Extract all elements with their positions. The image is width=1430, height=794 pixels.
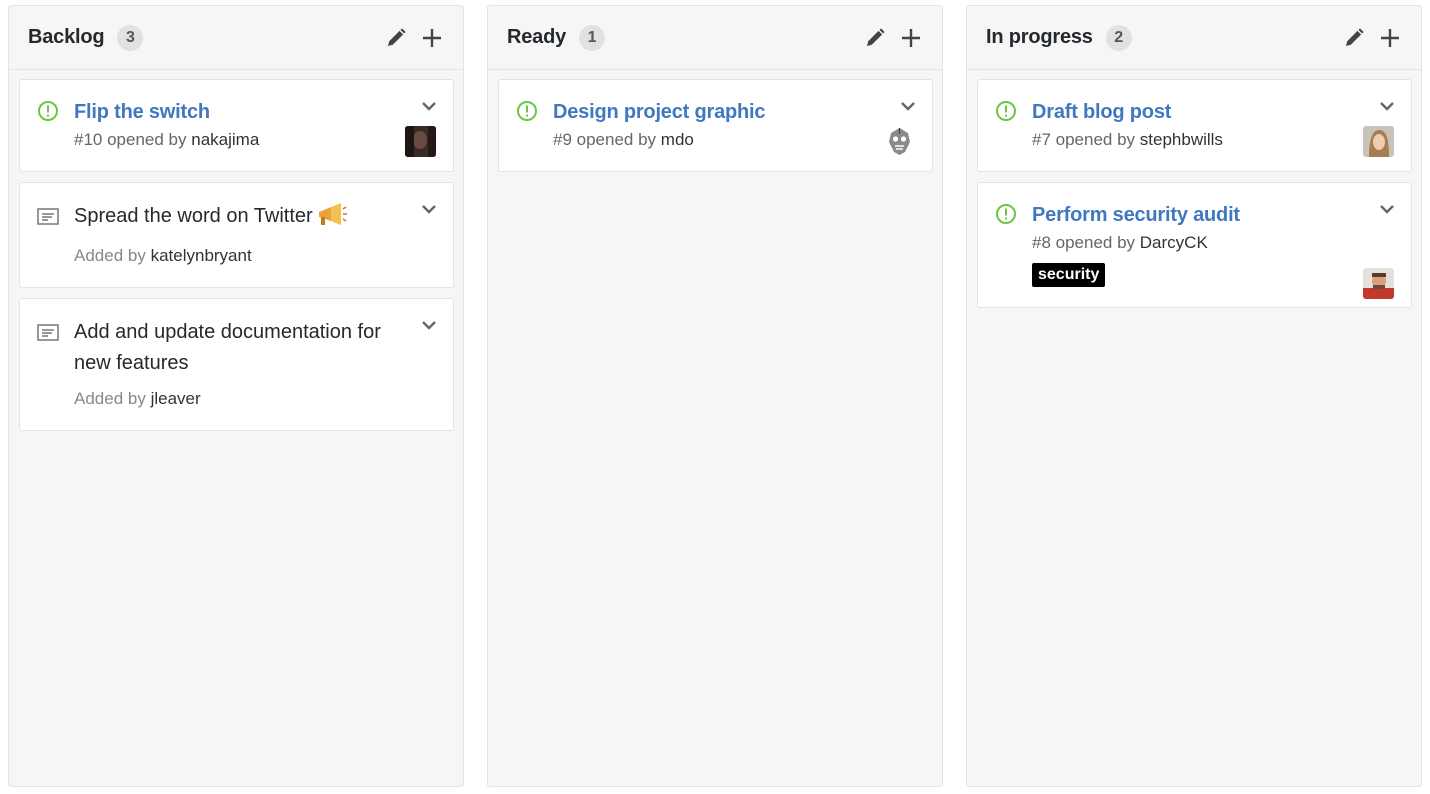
issue-title-link[interactable]: Draft blog post bbox=[1032, 98, 1355, 126]
plus-icon bbox=[1381, 28, 1399, 47]
column-header: Ready 1 bbox=[488, 6, 942, 70]
author-link[interactable]: jleaver bbox=[151, 389, 201, 408]
chevron-down-icon[interactable] bbox=[419, 199, 439, 219]
column-in-progress: In progress 2 Draft blog post #7 opened … bbox=[966, 5, 1422, 787]
issue-number-text: #10 opened by bbox=[74, 130, 187, 149]
note-icon bbox=[37, 324, 59, 341]
issue-title-link[interactable]: Flip the switch bbox=[74, 98, 397, 126]
issue-opened-icon bbox=[996, 204, 1016, 224]
note-card[interactable]: Spread the word on Twitter Added by kate… bbox=[19, 182, 454, 288]
issue-title-link[interactable]: Design project graphic bbox=[553, 98, 876, 126]
avatar-stephbwills[interactable] bbox=[1363, 126, 1394, 157]
column-header: Backlog 3 bbox=[9, 6, 463, 70]
edit-column-button[interactable] bbox=[1341, 25, 1367, 51]
chevron-down-icon[interactable] bbox=[419, 96, 439, 116]
issue-card[interactable]: Draft blog post #7 opened by stephbwills bbox=[977, 79, 1412, 172]
issue-opened-icon bbox=[38, 101, 58, 121]
column-card-count: 3 bbox=[117, 24, 144, 51]
label-security[interactable]: security bbox=[1032, 263, 1106, 287]
issue-meta: #9 opened by mdo bbox=[553, 129, 876, 151]
issue-meta: #7 opened by stephbwills bbox=[1032, 129, 1355, 151]
megaphone-icon bbox=[318, 203, 347, 225]
edit-column-button[interactable] bbox=[383, 25, 409, 51]
edit-column-button[interactable] bbox=[862, 25, 888, 51]
author-link[interactable]: katelynbryant bbox=[151, 246, 252, 265]
plus-icon bbox=[902, 28, 920, 47]
pencil-icon bbox=[388, 27, 406, 46]
issue-card[interactable]: Perform security audit #8 opened by Darc… bbox=[977, 182, 1412, 308]
issue-number-text: #7 opened by bbox=[1032, 130, 1136, 149]
author-link[interactable]: stephbwills bbox=[1140, 130, 1223, 149]
issue-number-text: #8 opened by bbox=[1032, 233, 1136, 252]
issue-number-text: #9 opened by bbox=[553, 130, 657, 149]
note-text: Add and update documentation for new fea… bbox=[74, 321, 381, 374]
chevron-down-icon[interactable] bbox=[1377, 96, 1397, 116]
add-card-button[interactable] bbox=[1377, 25, 1403, 51]
pencil-icon bbox=[867, 27, 885, 46]
add-card-button[interactable] bbox=[898, 25, 924, 51]
column-backlog: Backlog 3 Flip the switch #10 opened by … bbox=[8, 5, 464, 787]
author-link[interactable]: mdo bbox=[661, 130, 694, 149]
issue-card[interactable]: Flip the switch #10 opened by nakajima bbox=[19, 79, 454, 172]
note-text: Spread the word on Twitter bbox=[74, 201, 397, 232]
column-header: In progress 2 bbox=[967, 6, 1421, 70]
added-by-text: Added by bbox=[74, 389, 146, 408]
column-card-count: 1 bbox=[579, 24, 606, 51]
column-ready: Ready 1 Design project graphic #9 opened… bbox=[487, 5, 943, 787]
issue-card[interactable]: Design project graphic #9 opened by mdo bbox=[498, 79, 933, 172]
chevron-down-icon[interactable] bbox=[898, 96, 918, 116]
note-meta: Added by jleaver bbox=[74, 388, 397, 410]
chevron-down-icon[interactable] bbox=[1377, 199, 1397, 219]
add-card-button[interactable] bbox=[419, 25, 445, 51]
added-by-text: Added by bbox=[74, 246, 146, 265]
column-title: In progress bbox=[986, 26, 1093, 48]
avatar-nakajima[interactable] bbox=[405, 126, 436, 157]
issue-opened-icon bbox=[996, 101, 1016, 121]
column-title: Backlog bbox=[28, 26, 105, 48]
plus-icon bbox=[423, 28, 441, 47]
issue-meta: #8 opened by DarcyCK bbox=[1032, 232, 1355, 254]
note-meta: Added by katelynbryant bbox=[74, 245, 397, 267]
pencil-icon bbox=[1346, 27, 1364, 46]
issue-meta: #10 opened by nakajima bbox=[74, 129, 397, 151]
column-card-count: 2 bbox=[1105, 24, 1132, 51]
avatar-mdo[interactable] bbox=[884, 126, 915, 157]
note-icon bbox=[37, 208, 59, 225]
issue-title-link[interactable]: Perform security audit bbox=[1032, 201, 1355, 229]
author-link[interactable]: DarcyCK bbox=[1140, 233, 1208, 252]
note-card[interactable]: Add and update documentation for new fea… bbox=[19, 298, 454, 431]
issue-opened-icon bbox=[517, 101, 537, 121]
avatar-darcyck[interactable] bbox=[1363, 268, 1394, 299]
column-title: Ready bbox=[507, 26, 567, 48]
author-link[interactable]: nakajima bbox=[191, 130, 259, 149]
chevron-down-icon[interactable] bbox=[419, 315, 439, 335]
